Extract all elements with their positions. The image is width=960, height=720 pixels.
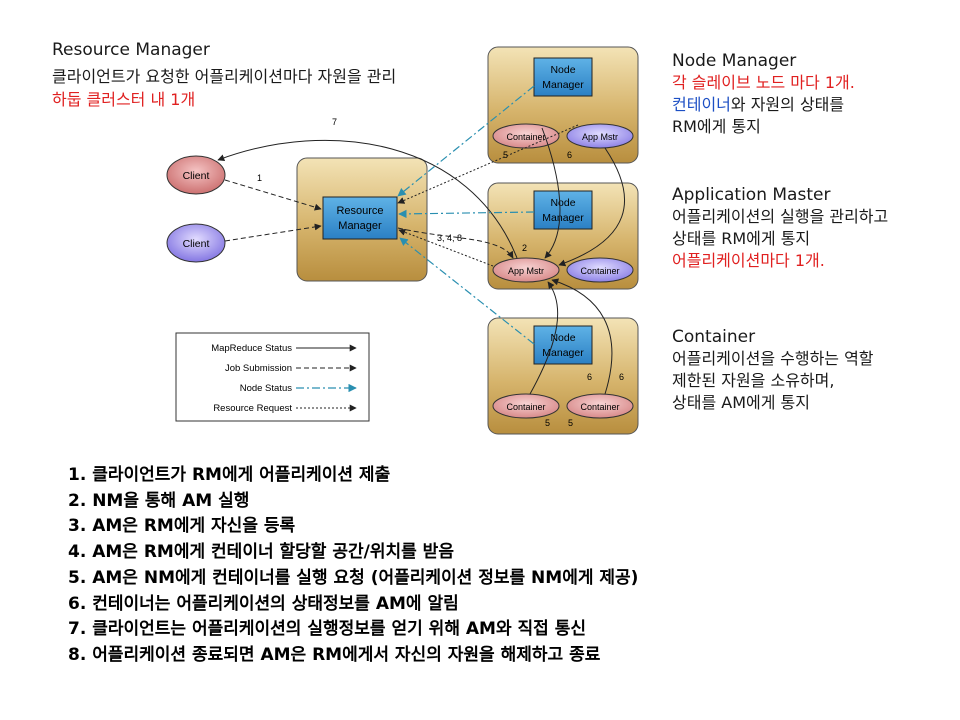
client-1-label: Client bbox=[183, 170, 210, 182]
container-desc-line1: 어플리케이션을 수행하는 역할 bbox=[672, 349, 874, 368]
num-5-node3-a: 5 bbox=[545, 418, 550, 428]
nm2-label-1: Node bbox=[550, 197, 575, 209]
rm-label-2: Manager bbox=[338, 220, 382, 232]
num-2: 2 bbox=[522, 243, 527, 253]
am-desc-line2: 상태를 RM에게 통지 bbox=[672, 229, 811, 248]
step-3: 3. AM은 RM에게 자신을 등록 bbox=[68, 516, 296, 537]
num-6-node3-b: 6 bbox=[619, 372, 624, 382]
num-6-node3-a: 6 bbox=[587, 372, 592, 382]
nm-desc-line2-blue: 컨테이너 bbox=[672, 95, 731, 114]
nm2-label-2: Manager bbox=[542, 212, 584, 224]
nm-desc-line3: RM에게 통지 bbox=[672, 117, 761, 136]
container-description: Container 어플리케이션을 수행하는 역할 제한된 자원을 소유하며, … bbox=[672, 326, 874, 414]
nm1-label-2: Manager bbox=[542, 79, 584, 91]
resource-manager-box bbox=[322, 196, 398, 240]
step-4: 4. AM은 RM에게 컨테이너 할당할 공간/위치를 받음 bbox=[68, 542, 454, 563]
step-6: 6. 컨테이너는 어플리케이션의 상태정보를 AM에 알림 bbox=[68, 593, 459, 614]
nm-desc-line2-rest: 와 자원의 상태를 bbox=[730, 95, 845, 114]
step-1: 1. 클라이언트가 RM에게 어플리케이션 제출 bbox=[68, 465, 391, 485]
nm-desc-line1: 각 슬레이브 노드 마다 1개. bbox=[672, 73, 855, 92]
legend-mapreduce-status: MapReduce Status bbox=[211, 343, 292, 354]
am-desc-title: Application Master bbox=[672, 185, 831, 205]
num-1: 1 bbox=[257, 173, 262, 183]
am-description: Application Master 어플리케이션의 실행을 관리하고 상태를 … bbox=[672, 184, 888, 272]
num-5-node3-b: 5 bbox=[568, 418, 573, 428]
num-6-node1: 6 bbox=[567, 150, 572, 160]
step-2: 2. NM을 통해 AM 실행 bbox=[68, 490, 250, 511]
container-desc-line3: 상태를 AM에게 통지 bbox=[672, 393, 810, 412]
am-desc-line1: 어플리케이션의 실행을 관리하고 bbox=[672, 207, 889, 226]
nm1-label-1: Node bbox=[550, 64, 575, 76]
container-node1-label: Container bbox=[506, 132, 545, 142]
step-5: 5. AM은 NM에게 컨테이너를 실행 요청 (어플리케이션 정보를 NM에게… bbox=[68, 567, 639, 588]
legend-node-status: Node Status bbox=[240, 383, 293, 394]
nm3-label-2: Manager bbox=[542, 347, 584, 359]
nm-description: Node Manager 각 슬레이브 노드 마다 1개. 컨테이너와 자원의 … bbox=[672, 50, 855, 138]
legend-job-submission: Job Submission bbox=[225, 363, 292, 374]
container-node3-a-label: Container bbox=[506, 402, 545, 412]
am-desc-line3: 어플리케이션마다 1개. bbox=[672, 251, 825, 270]
client-2-label: Client bbox=[183, 238, 210, 250]
container-node3-b-label: Container bbox=[580, 402, 619, 412]
steps-list: 1. 클라이언트가 RM에게 어플리케이션 제출 2. NM을 통해 AM 실행… bbox=[68, 463, 638, 669]
app-master-node1-label: App Mstr bbox=[582, 132, 618, 142]
rm-label-1: Resource bbox=[336, 205, 383, 217]
container-node2-label: Container bbox=[580, 266, 619, 276]
step-8: 8. 어플리케이션 종료되면 AM은 RM에게서 자신의 자원을 해제하고 종료 bbox=[68, 644, 601, 665]
num-5-node1: 5 bbox=[503, 150, 508, 160]
container-desc-title: Container bbox=[672, 327, 756, 347]
nm-desc-title: Node Manager bbox=[672, 51, 797, 71]
legend-resource-request: Resource Request bbox=[213, 403, 292, 414]
step-7: 7. 클라이언트는 어플리케이션의 실행정보를 얻기 위해 AM와 직접 통신 bbox=[68, 619, 586, 640]
num-7: 7 bbox=[332, 117, 337, 127]
container-desc-line2: 제한된 자원을 소유하며, bbox=[672, 371, 835, 390]
app-master-node2-label: App Mstr bbox=[508, 266, 544, 276]
